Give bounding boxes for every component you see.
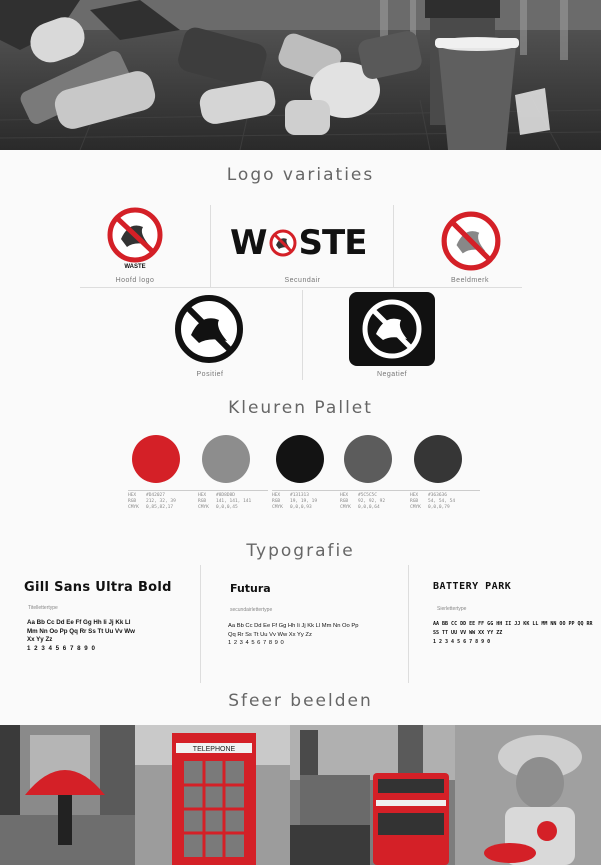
logo-section-title: Logo variaties: [226, 165, 375, 185]
color-code-key: CMYK: [128, 505, 139, 510]
color-code-value: 0,0,0,79: [428, 505, 450, 510]
mood-photos: TELEPHONE: [0, 725, 601, 865]
title-font-role: Titellettertype: [28, 605, 58, 611]
title-font-digits: 1 2 3 4 5 6 7 8 9 0: [27, 644, 96, 652]
color-code-key: CMYK: [272, 505, 283, 510]
divider: [302, 290, 303, 380]
main-logo: [107, 207, 163, 263]
title-font-sample-line: Xx Yy Zz: [27, 636, 53, 643]
color-codes: HEX #363636 RGB 54, 54, 54 CMYK 0,0,0,79: [410, 490, 480, 511]
divider: [200, 565, 201, 683]
symbol-logo-caption: Beeldmerk: [451, 277, 489, 284]
secondary-logo-caption: Secundair: [284, 277, 321, 284]
color-code-value: 0,0,0,64: [358, 505, 380, 510]
photo-red-umbrella: [0, 725, 135, 865]
color-swatch: [344, 435, 392, 483]
secondary-font-name: Futura: [230, 582, 271, 595]
color-swatch: [202, 435, 250, 483]
title-font-name: Gill Sans Ultra Bold: [24, 580, 172, 595]
color-codes: HEX #8D8D8D RGB 141, 141, 141 CMYK 0,0,0,45: [198, 490, 268, 511]
color-swatch: [132, 435, 180, 483]
title-font-sample-line: Aa Bb Cc Dd Ee Ff Gg Hh Ii Jj Kk Ll: [27, 619, 131, 626]
divider: [80, 287, 522, 288]
positive-logo: [175, 295, 243, 363]
color-code-value: 0,85,82,17: [146, 505, 174, 510]
color-code-key: CMYK: [340, 505, 351, 510]
color-code-value: 0,0,0,93: [290, 505, 312, 510]
symbol-logo: [441, 211, 501, 271]
hero-litter-photo: [0, 0, 601, 150]
secondary-logo-symbol: [269, 229, 297, 257]
secondary-logo-text-start: W: [230, 223, 268, 263]
color-swatch: [414, 435, 462, 483]
main-logo-caption: Hoofd logo: [115, 277, 155, 284]
secondary-font-role: secundairlettertype: [230, 607, 273, 613]
decorative-font-digits: 1 2 3 4 5 6 7 8 9 0: [433, 639, 491, 645]
secondary-logo: W STE: [230, 223, 368, 263]
secondary-font-digits: 1 2 3 4 5 6 7 8 9 0: [228, 640, 285, 646]
photo-phone-booth: TELEPHONE: [135, 725, 290, 865]
photo-red-bus: [290, 725, 455, 865]
phone-booth-sign: TELEPHONE: [193, 746, 236, 753]
color-codes: HEX #131313 RGB 19, 19, 19 CMYK 0,0,0,93: [272, 490, 342, 511]
color-code-key: CMYK: [198, 505, 209, 510]
divider: [408, 565, 409, 683]
divider: [210, 205, 211, 287]
decorative-font-role: Sierlettertype: [437, 606, 467, 612]
color-code-key: CMYK: [410, 505, 421, 510]
negative-logo-caption: Negatief: [376, 371, 408, 378]
divider: [393, 205, 394, 287]
secondary-logo-text-end: STE: [298, 223, 368, 263]
secondary-font-sample: Aa Bb Cc Dd Ee Ff Gg Hh Ii Jj Kk Ll Mm N…: [228, 622, 406, 648]
decorative-font-name: BATTERY PARK: [433, 581, 512, 592]
typography-section-title: Typografie: [246, 541, 355, 561]
decorative-font-sample: AA BB CC DD EE FF GG HH II JJ KK LL MM N…: [433, 620, 598, 647]
mood-section-title: Sfeer beelden: [228, 691, 373, 711]
photo-child-hat: [455, 725, 601, 865]
color-code-value: 0,0,0,45: [216, 505, 238, 510]
negative-logo: [349, 292, 435, 366]
decorative-font-sample-line: SS TT UU VV WW XX YY ZZ: [433, 630, 503, 636]
title-font-sample: Aa Bb Cc Dd Ee Ff Gg Hh Ii Jj Kk Ll Mm N…: [27, 619, 197, 653]
secondary-font-sample-line: Aa Bb Cc Dd Ee Ff Gg Hh Ii Jj Kk Ll Mm N…: [228, 623, 359, 629]
color-codes: HEX #D42027 RGB 212, 32, 39 CMYK 0,85,82,17: [128, 490, 198, 511]
decorative-font-sample-line: AA BB CC DD EE FF GG HH II JJ KK LL MM N…: [433, 621, 593, 627]
secondary-font-sample-line: Qq Rr Ss Tt Uu Vv Ww Xx Yy Zz: [228, 631, 312, 638]
palette-section-title: Kleuren Pallet: [228, 398, 373, 418]
main-logo-wordmark: WASTE: [124, 264, 146, 270]
color-swatch: [276, 435, 324, 483]
positive-logo-caption: Positief: [196, 371, 224, 378]
color-codes: HEX #5C5C5C RGB 92, 92, 92 CMYK 0,0,0,64: [340, 490, 410, 511]
title-font-sample-line: Mm Nn Oo Pp Qq Rr Ss Tt Uu Vv Ww: [27, 627, 135, 635]
